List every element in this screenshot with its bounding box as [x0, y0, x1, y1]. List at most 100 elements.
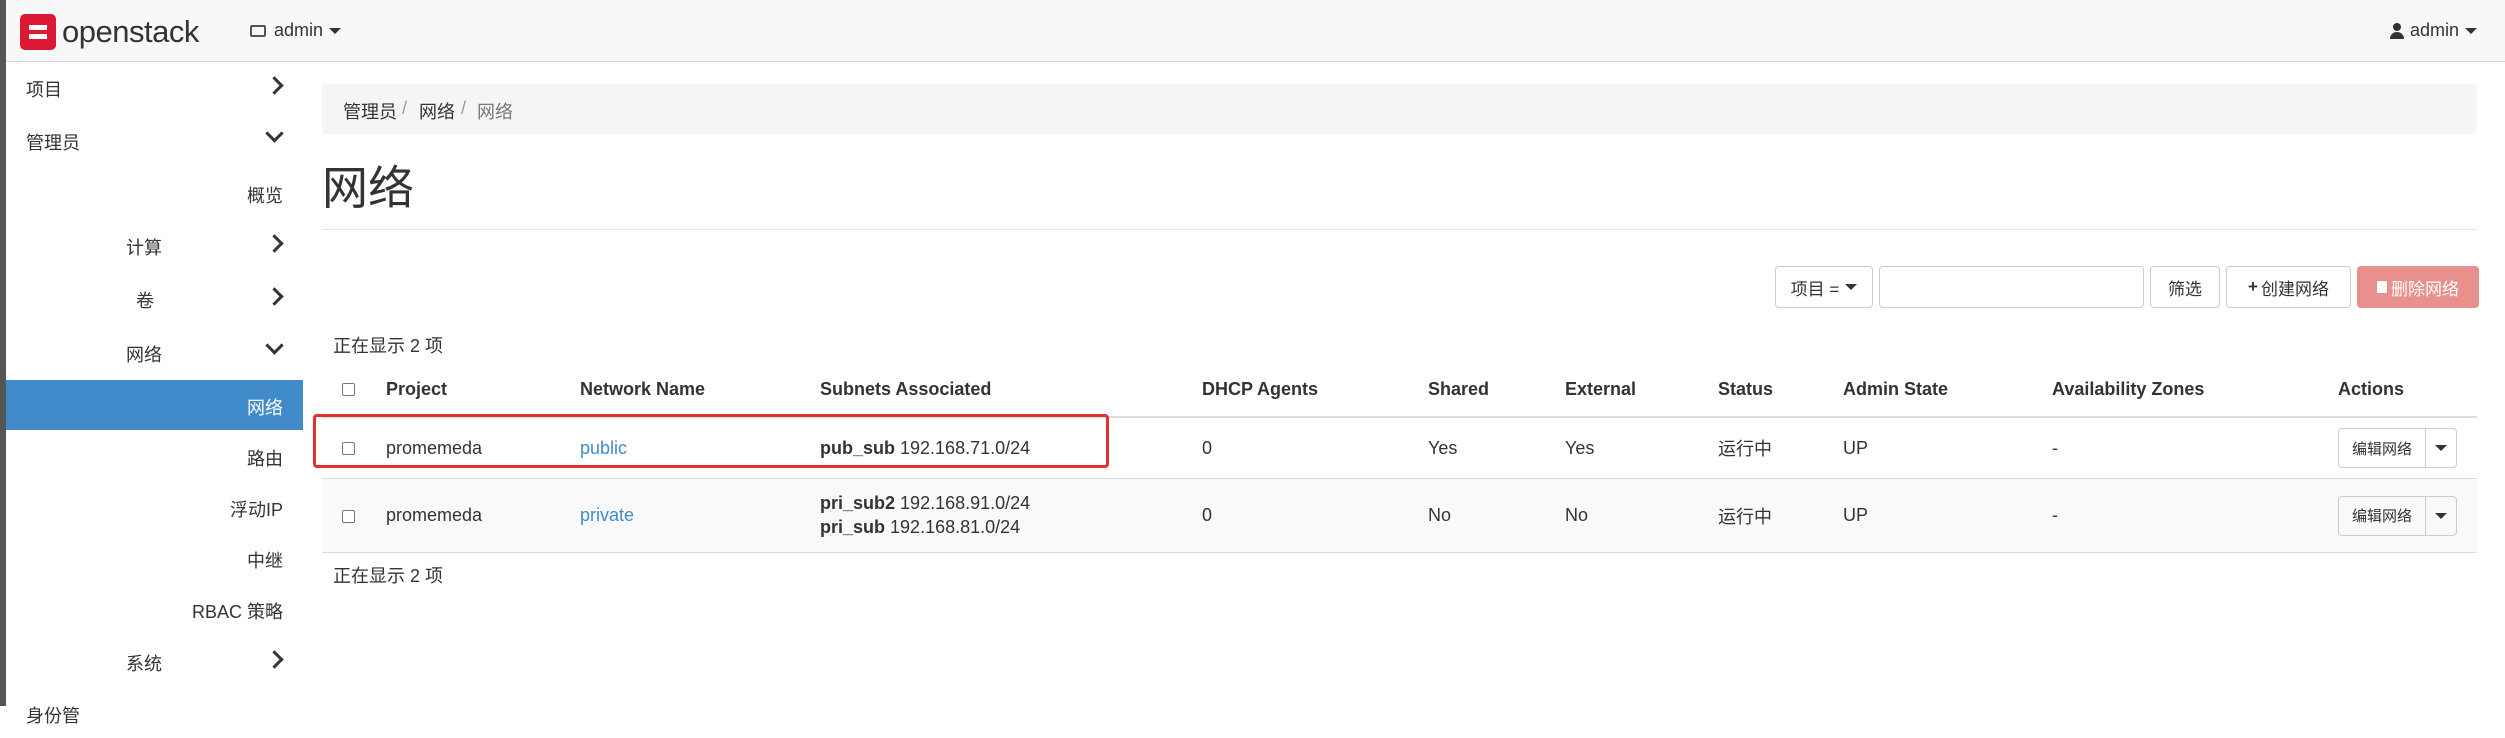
header-project[interactable]: Project	[386, 362, 580, 418]
breadcrumb-separator: /	[402, 98, 408, 118]
project-selector-label: admin	[274, 20, 324, 40]
chevron-right-icon	[265, 287, 284, 306]
cell-actions: 编辑网络	[2338, 478, 2477, 553]
row-action-group: 编辑网络	[2338, 495, 2458, 536]
sidebar-item-admin[interactable]: 管理员	[6, 115, 303, 165]
header-subnets[interactable]: Subnets Associated	[820, 362, 1202, 418]
cell-dhcp-agents: 0	[1202, 478, 1428, 553]
filter-input[interactable]	[1879, 266, 2144, 308]
sidebar-item-network-group[interactable]: 网络	[6, 327, 303, 377]
openstack-logo[interactable]: openstack	[20, 14, 199, 50]
top-navbar: openstack admin admin	[6, 0, 2505, 62]
cell-admin-state: UP	[1843, 478, 2052, 553]
caret-down-icon	[2435, 512, 2448, 519]
chevron-right-icon	[265, 76, 284, 95]
sidebar-item-overview[interactable]: 概览	[6, 168, 303, 218]
delete-networks-button[interactable]: 删除网络	[2357, 266, 2479, 308]
table-row: promemeda public pub_sub 192.168.71.0/24…	[322, 417, 2477, 479]
user-menu-label: admin	[2409, 20, 2459, 40]
chevron-right-icon	[265, 234, 284, 253]
sidebar-item-rbac-policies[interactable]: RBAC 策略	[6, 584, 303, 634]
select-all-cell	[322, 362, 386, 418]
sidebar-item-label: 项目	[26, 80, 62, 100]
header-shared[interactable]: Shared	[1428, 362, 1565, 418]
row-actions-dropdown[interactable]	[2426, 429, 2456, 467]
header-status[interactable]: Status	[1718, 362, 1843, 418]
subnet-name: pri_sub2	[820, 493, 896, 513]
filter-button-label: 筛选	[2168, 279, 2202, 299]
sidebar-item-networks[interactable]: 网络	[6, 380, 303, 430]
cell-availability-zones: -	[2052, 478, 2338, 553]
sidebar-item-label: 网络	[247, 398, 283, 418]
breadcrumb-network-group[interactable]: 网络	[419, 98, 455, 124]
edit-network-button[interactable]: 编辑网络	[2339, 429, 2427, 467]
caret-down-icon	[1845, 284, 1858, 290]
cell-status: 运行中	[1718, 478, 1843, 553]
sidebar-item-volume[interactable]: 卷	[6, 273, 303, 323]
caret-down-icon	[329, 27, 342, 34]
sidebar-item-label: 系统	[126, 654, 162, 674]
filter-field-label: 项目 =	[1790, 279, 1840, 299]
cell-network-name: public	[580, 417, 820, 479]
project-icon	[250, 24, 266, 37]
networks-table: Project Network Name Subnets Associated …	[322, 362, 2477, 553]
select-all-checkbox[interactable]	[342, 383, 355, 397]
cell-actions: 编辑网络	[2338, 417, 2477, 479]
sidebar-item-project[interactable]: 项目	[6, 62, 303, 112]
filter-field-dropdown[interactable]: 项目 =	[1775, 266, 1873, 308]
row-select-cell	[322, 417, 386, 479]
subnet-name: pub_sub	[820, 437, 895, 458]
sidebar: 项目 管理员 概览 计算 卷 网络 网络 路由 浮动IP 中继 RBAC 策略 …	[6, 62, 303, 726]
user-icon	[2389, 22, 2404, 39]
filter-button[interactable]: 筛选	[2150, 266, 2220, 308]
breadcrumb-separator: /	[461, 98, 467, 118]
subnet-cidr: 192.168.91.0/24	[900, 493, 1031, 513]
network-name-link[interactable]: public	[580, 438, 627, 458]
header-dhcp-agents[interactable]: DHCP Agents	[1202, 362, 1428, 418]
chevron-down-icon	[265, 124, 284, 143]
header-admin-state[interactable]: Admin State	[1843, 362, 2052, 418]
caret-down-icon	[2465, 27, 2477, 34]
header-network-name[interactable]: Network Name	[580, 362, 820, 418]
row-action-group: 编辑网络	[2338, 428, 2458, 468]
sidebar-item-system[interactable]: 系统	[6, 636, 303, 686]
sidebar-item-label: 中继	[247, 551, 283, 571]
chevron-down-icon	[265, 336, 284, 355]
cell-availability-zones: -	[2052, 417, 2338, 479]
network-name-link[interactable]: private	[580, 505, 634, 525]
row-actions-dropdown[interactable]	[2426, 497, 2456, 535]
chevron-right-icon	[265, 650, 284, 669]
sidebar-item-routers[interactable]: 路由	[6, 431, 303, 481]
logo-text: openstack	[62, 14, 199, 49]
trash-icon	[2377, 281, 2387, 293]
create-network-button[interactable]: + 创建网络	[2226, 266, 2351, 308]
sidebar-item-label: 管理员	[26, 133, 80, 153]
subnet-cidr: 192.168.81.0/24	[890, 517, 1021, 537]
item-count-top: 正在显示 2 项	[333, 336, 444, 356]
breadcrumb-current: 网络	[477, 102, 513, 122]
breadcrumb-admin[interactable]: 管理员	[343, 98, 397, 124]
row-checkbox[interactable]	[342, 442, 355, 456]
sidebar-item-compute[interactable]: 计算	[6, 220, 303, 270]
project-selector[interactable]: admin	[250, 20, 342, 41]
row-checkbox[interactable]	[342, 509, 355, 523]
cell-status: 运行中	[1718, 417, 1843, 479]
sidebar-item-identity[interactable]: 身份管	[6, 688, 303, 738]
cell-external: Yes	[1565, 417, 1718, 479]
cell-external: No	[1565, 478, 1718, 553]
cell-network-name: private	[580, 478, 820, 553]
sidebar-item-label: 概览	[247, 186, 283, 206]
delete-networks-label: 删除网络	[2391, 279, 2459, 299]
sidebar-item-trunks[interactable]: 中继	[6, 533, 303, 583]
page-title: 网络	[322, 162, 414, 214]
header-availability-zones[interactable]: Availability Zones	[2052, 362, 2338, 418]
plus-icon: +	[2248, 277, 2258, 296]
sidebar-item-label: 路由	[247, 449, 283, 469]
cell-shared: Yes	[1428, 417, 1565, 479]
cell-subnets: pub_sub 192.168.71.0/24	[820, 417, 1202, 479]
sidebar-item-floating-ips[interactable]: 浮动IP	[6, 482, 303, 532]
user-menu[interactable]: admin	[2389, 20, 2477, 41]
sidebar-item-label: 计算	[126, 238, 162, 258]
header-external[interactable]: External	[1565, 362, 1718, 418]
edit-network-button[interactable]: 编辑网络	[2339, 496, 2427, 535]
